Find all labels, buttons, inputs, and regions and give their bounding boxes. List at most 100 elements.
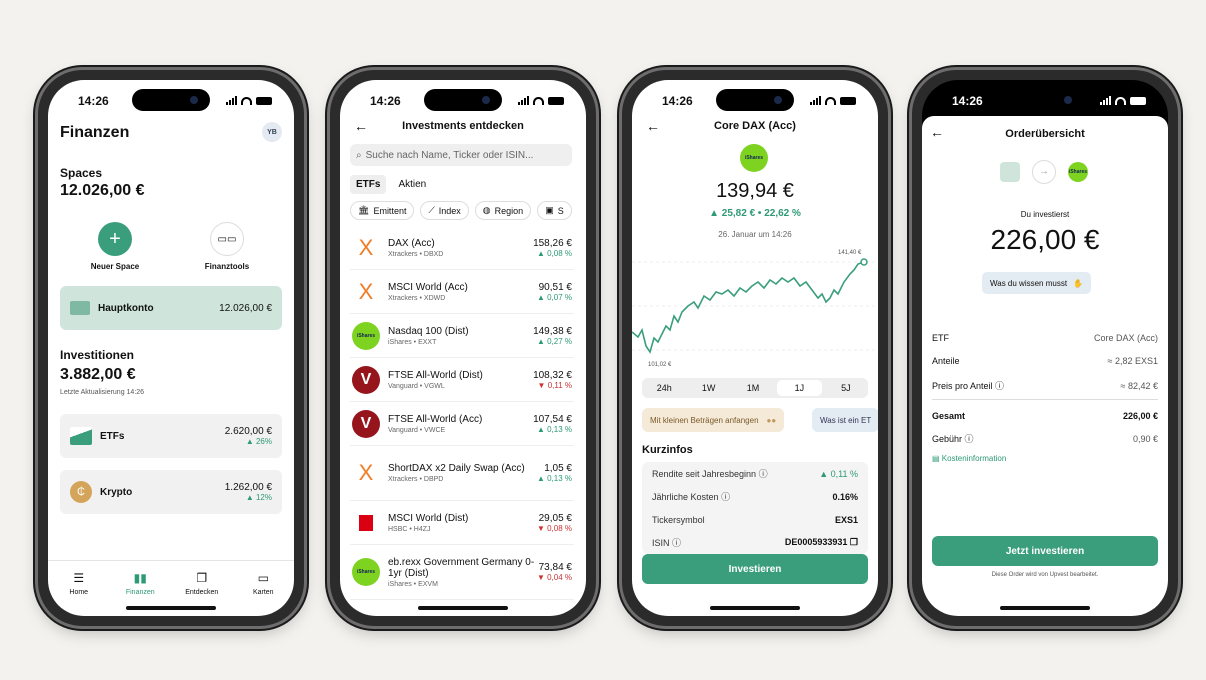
- list-item[interactable]: X DAX (Acc) Xtrackers • DBXD 158,26 € ▲ 0,08…: [350, 226, 574, 270]
- hand-icon: ✋: [1073, 278, 1084, 288]
- promo-card-small-amounts[interactable]: Mit kleinen Beträgen anfangen ●●: [642, 408, 785, 432]
- learn-more-card[interactable]: Was du wissen musst ✋: [982, 272, 1092, 294]
- invest-amount: 226,00 €: [990, 224, 1100, 255]
- fund-price: 73,84 €: [538, 562, 572, 573]
- asset-type-tabs: ETFs Aktien: [350, 175, 432, 194]
- tab-label: Karten: [252, 589, 274, 596]
- list-item[interactable]: iShares Nasdaq 100 (Dist) iShares • EXXT 14…: [350, 314, 574, 358]
- info-value[interactable]: DE0005933931: [785, 537, 848, 547]
- info-key: Jährliche Kosten: [652, 492, 719, 502]
- krypto-card[interactable]: ₵ Krypto 1.262,00 € ▲ 12%: [60, 470, 282, 514]
- range-1j[interactable]: 1J: [777, 380, 822, 396]
- filter-index[interactable]: ⟋ Index: [420, 201, 469, 220]
- cost-info-link[interactable]: ▤ Kosteninformation: [932, 454, 1158, 463]
- cost-info-text: Kosteninformation: [941, 454, 1007, 463]
- etf-list: X DAX (Acc) Xtrackers • DBXD 158,26 € ▲ 0,08…: [350, 226, 574, 600]
- range-1w[interactable]: 1W: [686, 378, 730, 398]
- wifi-icon: [533, 96, 544, 105]
- search-icon: ⌕: [356, 149, 362, 161]
- list-item[interactable]: iShares eb.rexx Government Germany 0-1yr …: [350, 545, 574, 600]
- list-item[interactable]: V FTSE All-World (Dist) Vanguard • VGWL 108…: [350, 358, 574, 402]
- finance-tools-button[interactable]: ▭▭: [210, 222, 244, 256]
- list-item[interactable]: V FTSE All-World (Acc) Vanguard • VWCE 107,…: [350, 402, 574, 446]
- etfs-card[interactable]: ETFs 2.620,00 € ▲ 26%: [60, 414, 282, 458]
- status-bar: 14:26: [632, 94, 878, 110]
- filter-emittent[interactable]: 🏛 Emittent: [350, 201, 415, 220]
- confirm-invest-button[interactable]: Jetzt investieren: [932, 536, 1158, 566]
- fund-change: ▲ 0,08 %: [536, 248, 572, 258]
- tab-etfs[interactable]: ETFs: [350, 175, 387, 194]
- list-item[interactable]: X MSCI World (Acc) Xtrackers • XDWD 90,51 €…: [350, 270, 574, 314]
- avatar[interactable]: YB: [262, 122, 282, 142]
- range-24h[interactable]: 24h: [642, 378, 686, 398]
- wallet-icon: [70, 301, 90, 315]
- holding-amount: 2.620,00 €: [224, 426, 272, 437]
- status-time: 14:26: [952, 94, 983, 108]
- range-5j[interactable]: 5J: [824, 378, 868, 398]
- fund-price: 139,94 €: [716, 180, 794, 202]
- order-value: ≈ 82,42 €: [1120, 380, 1158, 391]
- copy-icon[interactable]: ❐: [850, 537, 858, 547]
- price-line: [632, 261, 865, 354]
- battery-icon: [256, 96, 272, 105]
- main-account-card[interactable]: Hauptkonto 12.026,00 €: [60, 286, 282, 330]
- fund-change: ▼ 0,04 %: [536, 573, 572, 582]
- fund-change: ▲ 0,07 %: [536, 292, 572, 302]
- fund-issuer: Xtrackers • DBPD: [388, 476, 444, 483]
- coins-icon: ●●: [766, 415, 777, 425]
- search-input[interactable]: ⌕ Suche nach Name, Ticker oder ISIN...: [350, 144, 572, 166]
- info-value: ▲ 0,11 %: [819, 468, 858, 479]
- promo-card-what-is-etf[interactable]: Was ist ein ET: [812, 408, 878, 432]
- learn-text: Was du wissen musst: [990, 278, 1068, 288]
- new-space-button[interactable]: +: [98, 222, 132, 256]
- chart-high-label: 141,40 €: [838, 250, 862, 256]
- page-title: Finanzen: [60, 124, 130, 141]
- ishares-logo: iShares: [1068, 162, 1088, 182]
- range-1m[interactable]: 1M: [731, 378, 775, 398]
- screen-finanzen: 14:26 Finanzen YB Spaces 12.026,00 € + N…: [48, 80, 294, 616]
- info-icon[interactable]: ⓘ: [759, 469, 768, 479]
- status-time: 14:26: [662, 94, 693, 108]
- info-icon[interactable]: ⓘ: [721, 492, 730, 502]
- total-row: Gesamt 226,00 €: [932, 404, 1158, 427]
- info-icon[interactable]: ⓘ: [965, 434, 974, 444]
- ishares-logo: iShares: [740, 144, 768, 172]
- status-bar: 14:26: [922, 94, 1168, 110]
- price-chart[interactable]: 141,40 € 101,02 €: [632, 242, 878, 370]
- order-sheet: ← Orderübersicht → iShares Du investiers…: [922, 116, 1168, 616]
- search-placeholder: Suche nach Name, Ticker oder ISIN...: [365, 149, 534, 161]
- fund-price: 149,38 €: [533, 325, 572, 337]
- filter-region[interactable]: ◍ Region: [474, 201, 532, 220]
- tab-home[interactable]: ☰ Home: [54, 571, 104, 616]
- order-key: Preis pro Anteil: [932, 381, 993, 391]
- invest-button[interactable]: Investieren: [642, 554, 868, 584]
- battery-icon: [548, 96, 564, 105]
- signal-icon: [226, 96, 237, 105]
- fund-price: 158,26 €: [533, 237, 572, 249]
- price-date: 26. Januar um 14:26: [718, 230, 792, 239]
- tab-label: Entdecken: [185, 589, 219, 596]
- list-item[interactable]: X ShortDAX x2 Daily Swap (Acc) Xtrackers •…: [350, 446, 574, 501]
- tab-karten[interactable]: ▭ Karten: [238, 571, 288, 616]
- trend-icon: ⟋: [428, 205, 435, 215]
- home-indicator: [710, 606, 800, 610]
- fee-row: Gebühr ⓘ 0,90 €: [932, 427, 1158, 450]
- info-icon[interactable]: ⓘ: [672, 538, 681, 548]
- info-row: Tickersymbol EXS1: [652, 508, 858, 531]
- phone-detail: 14:26 ← Core DAX (Acc) iShares 139,94 € …: [622, 70, 888, 626]
- total-value: 226,00 €: [1122, 410, 1158, 421]
- fund-price: 29,05 €: [538, 512, 572, 524]
- order-row: Anteile ≈ 2,82 EXS1: [932, 349, 1158, 372]
- tab-aktien[interactable]: Aktien: [392, 175, 432, 194]
- fund-name: DAX (Acc): [388, 237, 435, 249]
- list-item[interactable]: HSBC MSCI World (Dist)HSBC • H4ZJ 29,05 €▼…: [350, 501, 574, 545]
- info-icon[interactable]: ⓘ: [995, 381, 1004, 391]
- info-row: ISIN ⓘ DE0005933931 ❐: [652, 531, 858, 554]
- info-value: 0.16%: [832, 491, 858, 502]
- fund-name: MSCI World (Dist): [388, 512, 469, 524]
- spaces-total: 12.026,00 €: [60, 182, 145, 199]
- filter-sector[interactable]: ▣ S: [537, 201, 572, 220]
- briefcase-icon: ▣: [545, 205, 554, 215]
- kurzinfos-box: Rendite seit Jahresbeginn ⓘ ▲ 0,11 % Jähr…: [642, 462, 868, 554]
- home-indicator: [418, 606, 508, 610]
